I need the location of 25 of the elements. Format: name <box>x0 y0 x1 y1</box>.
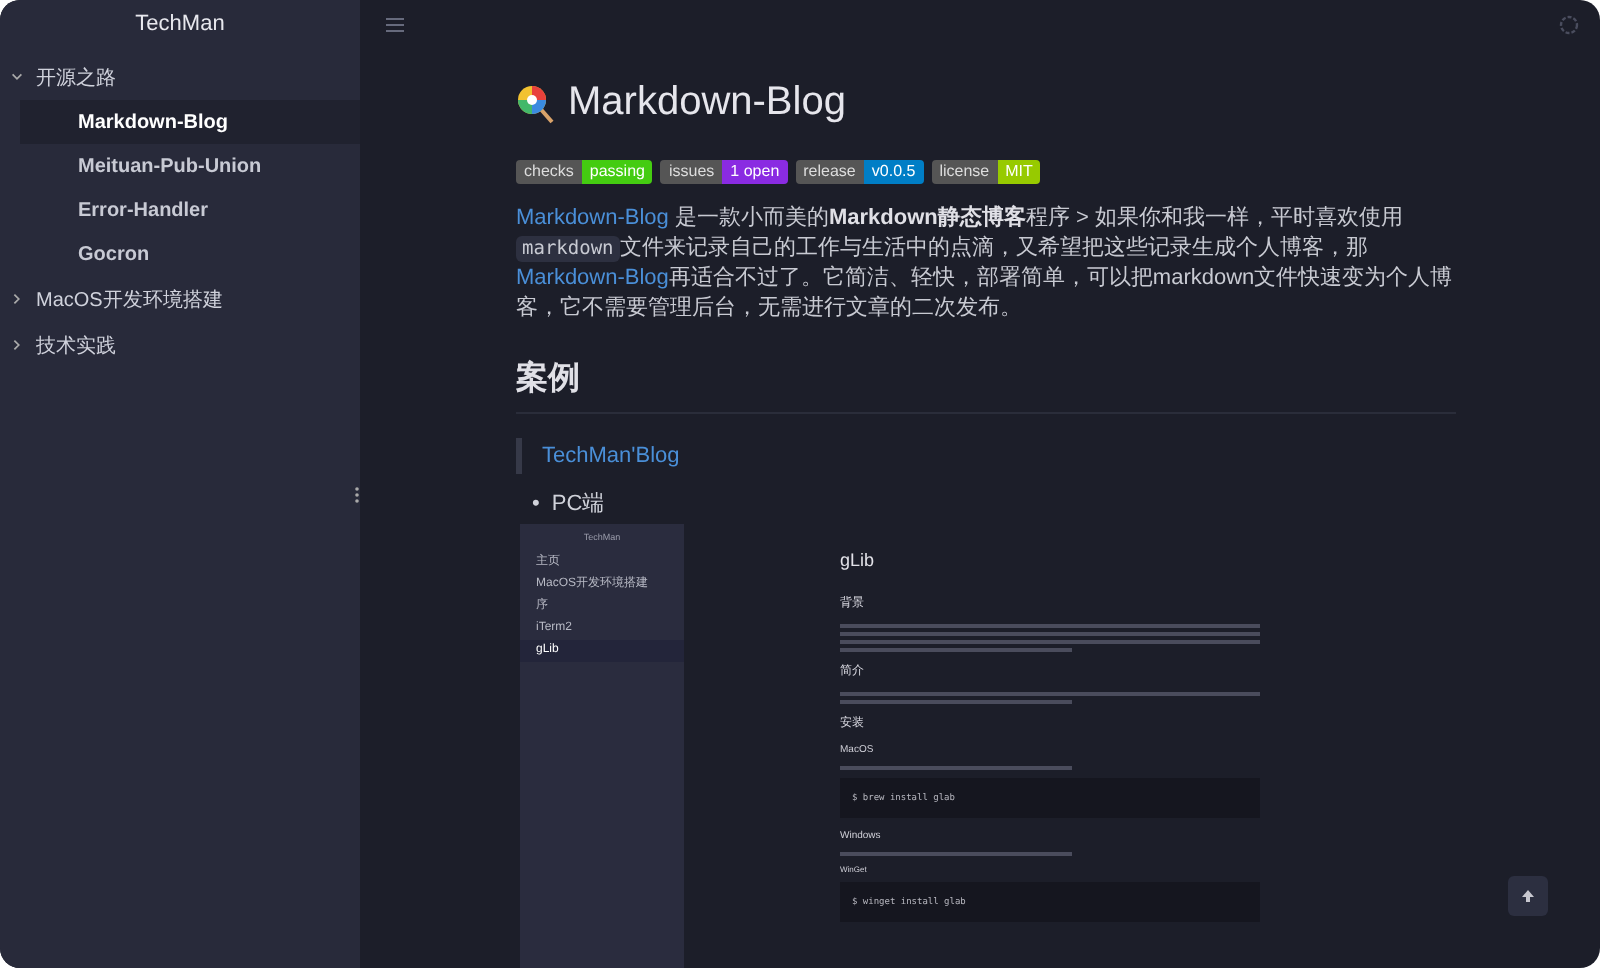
sidebar-group[interactable]: 技术实践 <box>0 322 360 368</box>
sidebar-item[interactable]: Markdown-Blog <box>20 100 360 144</box>
sidebar-title: TechMan <box>133 10 227 40</box>
lollipop-icon <box>516 83 556 123</box>
resize-handle[interactable] <box>354 486 360 504</box>
sidebar-group[interactable]: 开源之路 <box>0 54 360 100</box>
sidebar-item[interactable]: Error-Handler <box>20 188 360 232</box>
link[interactable]: Markdown-Blog <box>516 206 669 230</box>
list-item: PC端 <box>551 490 605 518</box>
sidebar-item[interactable]: Gocron <box>20 232 360 276</box>
bullet: • <box>532 490 540 518</box>
chevron-right-icon <box>10 292 24 306</box>
preview-title: gLib <box>840 550 877 570</box>
article-title: Markdown-Blog <box>568 80 846 126</box>
sidebar-group[interactable]: MacOS开发环境搭建 <box>0 276 360 322</box>
scroll-to-top-button[interactable] <box>1508 876 1548 916</box>
section-heading: 案例 <box>516 358 1456 414</box>
link[interactable]: Markdown-Blog <box>516 266 669 290</box>
sidebar-item[interactable]: Meituan-Pub-Union <box>20 144 360 188</box>
chevron-right-icon <box>10 338 24 352</box>
blog-link[interactable]: TechMan'Blog <box>542 444 680 468</box>
intro-paragraph: Markdown-Blog 是一款小而美的Markdown静态博客程序 > 如果你和我一样，平时喜欢使用 markdown 文件来记录自己的工作与生活中的点滴，又希望把这些记录生成个人博客，那 Markdown-Blog再适合不过了。它简洁、轻快，部署简单，可以把markdown文件快速变为个人博客，它不需要管理后台，无需进行文章的二次发布。 <box>516 204 1455 324</box>
menu-icon[interactable] <box>386 18 404 32</box>
arrow-up-icon <box>1520 888 1536 904</box>
chevron-down-icon <box>10 70 24 84</box>
